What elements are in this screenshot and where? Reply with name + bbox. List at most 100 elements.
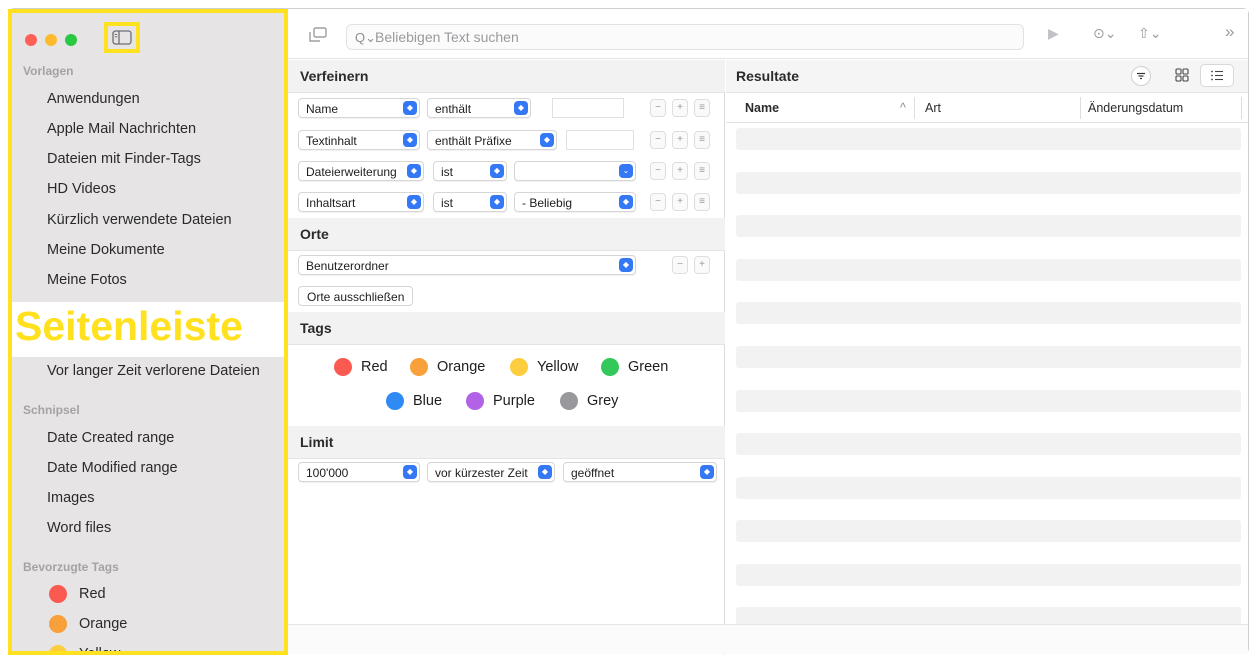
table-row[interactable] [736, 259, 1241, 281]
table-row[interactable] [736, 215, 1241, 237]
minimize-window-button[interactable] [45, 34, 57, 46]
tag-yellow[interactable]: Yellow [510, 358, 578, 376]
add-criteria-button[interactable]: + [672, 162, 688, 180]
remove-place-button[interactable]: − [672, 256, 688, 274]
remove-criteria-button[interactable]: − [650, 193, 666, 211]
table-row[interactable] [736, 564, 1241, 586]
new-window-icon[interactable] [308, 27, 328, 46]
tag-label: Red [361, 359, 388, 375]
chevron-updown-icon: ◆ [619, 258, 633, 272]
criteria-operator-popup[interactable]: ist ◆ [433, 192, 507, 212]
table-row[interactable] [736, 520, 1241, 542]
sidebar-item-hd-videos[interactable]: HD Videos [47, 181, 116, 197]
add-criteria-button[interactable]: + [672, 131, 688, 149]
tag-label: Purple [493, 393, 535, 409]
sidebar-item-date-modified[interactable]: Date Modified range [47, 460, 178, 476]
sidebar: Vorlagen Anwendungen Apple Mail Nachrich… [8, 9, 288, 655]
search-input[interactable] [375, 28, 1015, 46]
results-pane: Resultate Name ^ Art Änderungsdatum [726, 60, 1248, 655]
sidebar-item-word-files[interactable]: Word files [47, 520, 111, 536]
criteria-field-label: Inhaltsart [306, 196, 356, 210]
table-row[interactable] [736, 172, 1241, 194]
table-row[interactable] [736, 302, 1241, 324]
table-row[interactable] [736, 433, 1241, 455]
tag-blue[interactable]: Blue [386, 392, 442, 410]
criteria-value-input[interactable] [552, 98, 624, 118]
column-kind[interactable]: Art [925, 101, 941, 115]
criteria-field-popup[interactable]: Textinhalt ◆ [298, 130, 420, 150]
grid-view-icon[interactable] [1174, 67, 1190, 86]
criteria-value-input[interactable] [566, 130, 634, 150]
limit-count-label: 100'000 [306, 466, 349, 480]
chevron-updown-icon: ◆ [403, 465, 417, 479]
add-criteria-button[interactable]: + [672, 99, 688, 117]
criteria-operator-popup[interactable]: enthält ◆ [427, 98, 531, 118]
tag-red[interactable]: Red [334, 358, 388, 376]
more-options-icon[interactable]: ⊙⌄ [1093, 25, 1116, 42]
remove-criteria-button[interactable]: − [650, 162, 666, 180]
places-popup[interactable]: Benutzerordner ◆ [298, 255, 636, 275]
criteria-menu-button[interactable]: ≡ [694, 131, 710, 149]
column-divider [1080, 97, 1081, 119]
sidebar-item-date-created[interactable]: Date Created range [47, 430, 174, 446]
table-row[interactable] [736, 128, 1241, 150]
column-divider [1241, 97, 1242, 119]
criteria-value-popup[interactable]: - Beliebig ◆ [514, 192, 636, 212]
sidebar-icon [112, 30, 132, 45]
sidebar-item-recent-files[interactable]: Kürzlich verwendete Dateien [47, 212, 232, 228]
criteria-pane: Verfeinern Name ◆ enthält ◆ − + ≡ Textinha… [288, 60, 725, 655]
sidebar-item-my-documents[interactable]: Meine Dokumente [47, 242, 165, 258]
limit-by-popup[interactable]: geöffnet ◆ [563, 462, 717, 482]
criteria-field-popup[interactable]: Inhaltsart ◆ [298, 192, 424, 212]
search-icon[interactable]: Q⌄ [355, 30, 376, 46]
tag-grey[interactable]: Grey [560, 392, 618, 410]
sidebar-item-my-photos[interactable]: Meine Fotos [47, 272, 127, 288]
sidebar-item-images[interactable]: Images [47, 490, 95, 506]
table-row[interactable] [736, 390, 1241, 412]
criteria-field-popup[interactable]: Dateierweiterung ◆ [298, 161, 424, 181]
sidebar-toggle-button[interactable] [104, 22, 140, 53]
remove-criteria-button[interactable]: − [650, 99, 666, 117]
sidebar-tag-red[interactable]: Red [79, 586, 106, 602]
chevron-updown-icon: ◆ [538, 465, 552, 479]
add-place-button[interactable]: + [694, 256, 710, 274]
table-row[interactable] [736, 477, 1241, 499]
criteria-menu-button[interactable]: ≡ [694, 99, 710, 117]
zoom-window-button[interactable] [65, 34, 77, 46]
close-window-button[interactable] [25, 34, 37, 46]
search-field[interactable]: Q⌄ [346, 24, 1024, 50]
column-modified[interactable]: Änderungsdatum [1088, 101, 1183, 115]
table-row[interactable] [736, 346, 1241, 368]
criteria-value-popup[interactable]: ⌄ [514, 161, 636, 181]
column-name[interactable]: Name [745, 101, 779, 115]
criteria-operator-popup[interactable]: enthält Präfixe ◆ [427, 130, 557, 150]
chevron-down-icon: ⌄ [619, 164, 633, 178]
sidebar-item-finder-tags[interactable]: Dateien mit Finder-Tags [47, 151, 201, 167]
tag-purple[interactable]: Purple [466, 392, 535, 410]
remove-criteria-button[interactable]: − [650, 131, 666, 149]
criteria-field-label: Textinhalt [306, 134, 357, 148]
limit-header: Limit [288, 426, 725, 459]
exclude-places-button[interactable]: Orte ausschließen [298, 286, 414, 306]
sidebar-tag-yellow[interactable]: Yellow [79, 646, 120, 651]
run-icon[interactable]: ▶ [1048, 25, 1059, 42]
list-view-icon[interactable] [1200, 64, 1234, 87]
criteria-field-popup[interactable]: Name ◆ [298, 98, 420, 118]
criteria-menu-button[interactable]: ≡ [694, 162, 710, 180]
add-criteria-button[interactable]: + [672, 193, 688, 211]
limit-count-popup[interactable]: 100'000 ◆ [298, 462, 420, 482]
filter-icon[interactable] [1131, 66, 1151, 86]
sidebar-tag-orange[interactable]: Orange [79, 616, 127, 632]
criteria-operator-popup[interactable]: ist ◆ [433, 161, 507, 181]
sidebar-item-anwendungen[interactable]: Anwendungen [47, 91, 140, 107]
tag-green[interactable]: Green [601, 358, 668, 376]
share-icon[interactable]: ⇧⌄ [1138, 25, 1161, 42]
sidebar-item-lost-files[interactable]: Vor langer Zeit verlorene Dateien [47, 363, 260, 379]
overflow-icon[interactable]: » [1225, 22, 1234, 42]
sort-ascending-icon[interactable]: ^ [900, 101, 906, 115]
limit-order-popup[interactable]: vor kürzester Zeit ◆ [427, 462, 555, 482]
criteria-menu-button[interactable]: ≡ [694, 193, 710, 211]
tag-orange[interactable]: Orange [410, 358, 485, 376]
tag-label: Orange [437, 359, 486, 375]
sidebar-item-apple-mail[interactable]: Apple Mail Nachrichten [47, 121, 196, 137]
